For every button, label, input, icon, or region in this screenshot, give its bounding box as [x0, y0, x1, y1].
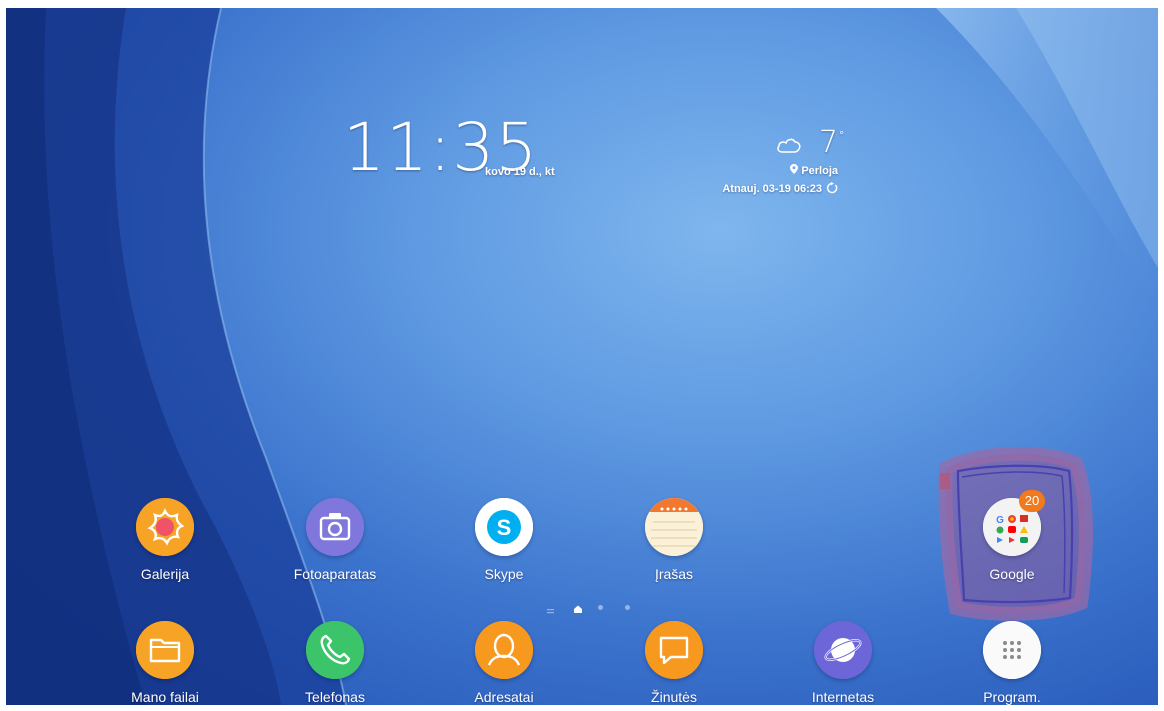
folder-icon — [136, 621, 194, 679]
app-mano-failai[interactable]: Mano failai — [110, 621, 220, 705]
weather-updated-label: Atnauj. 03-19 06:23 — [722, 183, 822, 195]
gallery-icon — [136, 498, 194, 556]
app-label: Telefonas — [305, 689, 365, 705]
home-page-icon[interactable] — [573, 601, 583, 619]
notification-badge: 20 — [1019, 490, 1045, 512]
app-skype[interactable]: S Skype — [449, 498, 559, 582]
apps-grid-icon — [983, 621, 1041, 679]
camera-icon — [306, 498, 364, 556]
app-label: Google — [989, 566, 1035, 582]
page-dot[interactable] — [598, 605, 603, 610]
app-zinutes[interactable]: Žinutės — [619, 621, 729, 705]
app-galerija[interactable]: Galerija — [110, 498, 220, 582]
app-irasas[interactable]: Įrašas — [619, 498, 729, 582]
menu-lines-icon — [547, 603, 554, 614]
weather-degree: ° — [839, 128, 844, 142]
app-adresatai[interactable]: Adresatai — [449, 621, 559, 705]
app-label: Program. — [983, 689, 1041, 705]
clock-date: kovo 19 d., kt — [485, 166, 555, 178]
app-label: Internetas — [811, 689, 875, 705]
messages-icon — [645, 621, 703, 679]
app-label: Skype — [484, 566, 524, 582]
internet-icon — [814, 621, 872, 679]
skype-icon: S — [475, 498, 533, 556]
app-label: Žinutės — [651, 689, 697, 705]
app-telefonas[interactable]: Telefonas — [280, 621, 390, 705]
notes-icon — [645, 498, 703, 556]
app-program[interactable]: Program. — [957, 621, 1067, 705]
app-internetas[interactable]: Internetas — [788, 621, 898, 705]
location-pin-icon — [790, 164, 799, 174]
app-label: Mano failai — [131, 689, 199, 705]
app-label: Fotoaparatas — [293, 566, 377, 582]
weather-widget[interactable]: 7 ° Perloja Atnauj. 03-19 06:23 — [686, 125, 844, 216]
weather-updated[interactable]: Atnauj. 03-19 06:23 — [722, 182, 838, 195]
refresh-icon[interactable] — [826, 182, 838, 194]
weather-temperature: 7 — [818, 125, 838, 160]
app-fotoaparatas[interactable]: Fotoaparatas — [280, 498, 390, 582]
app-label: Galerija — [140, 566, 190, 582]
weather-location: Perloja — [790, 164, 838, 177]
google-folder-icon: G 20 — [983, 490, 1045, 556]
cloud-icon — [777, 138, 801, 153]
home-screen: 11:35 kovo 19 d., kt 7 ° Perloja Atnauj.… — [6, 8, 1158, 705]
svg-text:S: S — [497, 515, 512, 540]
weather-location-label: Perloja — [801, 165, 838, 177]
app-label: Įrašas — [654, 566, 694, 582]
page-dot[interactable] — [625, 605, 630, 610]
contacts-icon — [475, 621, 533, 679]
svg-text:G: G — [996, 515, 1004, 526]
phone-icon — [306, 621, 364, 679]
app-label: Adresatai — [474, 689, 534, 705]
app-folder-google[interactable]: G 20 Google — [957, 490, 1067, 582]
